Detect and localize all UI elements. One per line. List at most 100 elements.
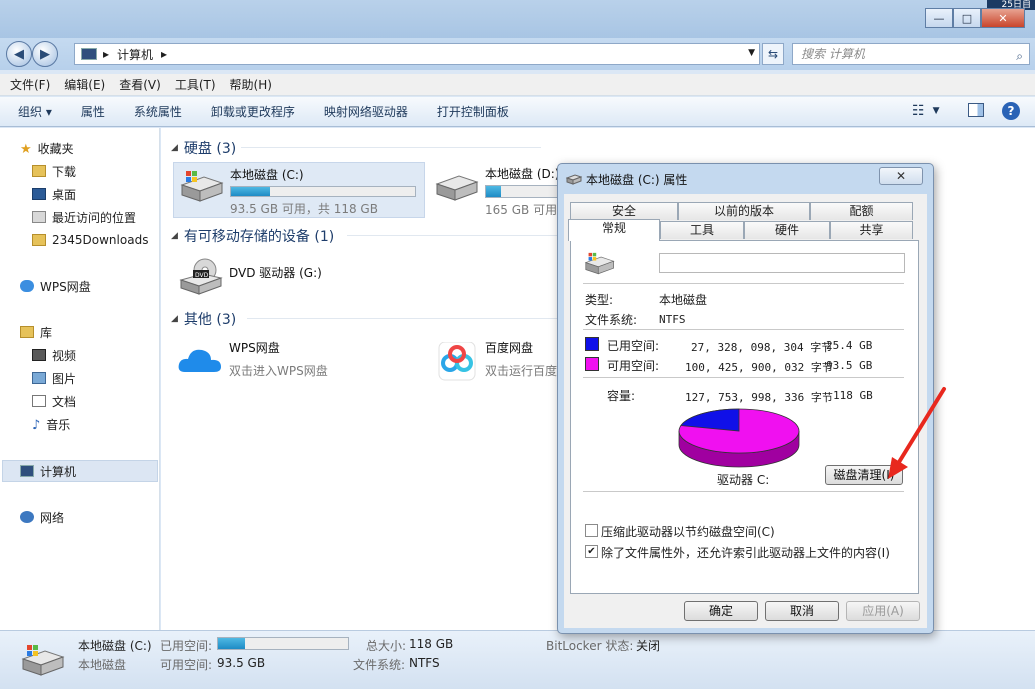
sidebar-item-downloads[interactable]: 下载	[32, 161, 76, 181]
sidebar-item-label: 桌面	[52, 187, 77, 202]
breadcrumb-computer[interactable]: 计算机	[117, 46, 153, 63]
preview-pane-button[interactable]	[968, 103, 984, 117]
collapse-icon: ◢	[171, 143, 178, 153]
cancel-button[interactable]: 取消	[765, 601, 839, 621]
uninstall-button[interactable]: 卸载或更改程序	[211, 103, 295, 120]
sidebar-item-favorites[interactable]: ★ 收藏夹	[20, 138, 74, 158]
tab-tools[interactable]: 工具	[660, 221, 744, 239]
tab-hardware[interactable]: 硬件	[744, 221, 830, 239]
menu-view[interactable]: 查看(V)	[119, 76, 161, 93]
sidebar-item-label: 文档	[52, 394, 77, 409]
svg-text:DVD: DVD	[195, 272, 209, 279]
apply-button[interactable]: 应用(A)	[846, 601, 920, 621]
refresh-icon: ⇆	[767, 47, 779, 61]
menu-edit[interactable]: 编辑(E)	[64, 76, 105, 93]
group-other[interactable]: ◢ 其他 (3)	[171, 309, 236, 329]
view-icon: ☷	[912, 103, 925, 119]
item-baidu-netdisk[interactable]: 百度网盘 双击运行百度	[429, 336, 559, 384]
sidebar-item-music[interactable]: ♪ 音乐	[32, 414, 70, 434]
sidebar-item-library[interactable]: 库	[20, 322, 52, 342]
group-removable[interactable]: ◢ 有可移动存储的设备 (1)	[171, 226, 334, 246]
status-usage-bar	[217, 637, 349, 650]
collapse-icon: ◢	[171, 231, 178, 241]
tab-previous-versions[interactable]: 以前的版本	[678, 202, 810, 220]
divider	[583, 491, 904, 492]
sidebar-item-documents[interactable]: 文档	[32, 391, 76, 411]
search-icon[interactable]: ⌕	[1016, 46, 1023, 66]
properties-button[interactable]: 属性	[81, 103, 105, 120]
wps-cloud-icon	[177, 342, 223, 378]
group-label: 其他 (3)	[183, 312, 237, 328]
used-space-gb: 25.4 GB	[826, 339, 873, 352]
close-button[interactable]: ✕	[981, 8, 1025, 28]
sidebar-item-video[interactable]: 视频	[32, 345, 76, 365]
menu-file[interactable]: 文件(F)	[10, 76, 50, 93]
minimize-button[interactable]: —	[925, 8, 953, 28]
sidebar-item-computer[interactable]: 计算机	[20, 461, 76, 481]
control-panel-button[interactable]: 打开控制面板	[437, 103, 509, 120]
search-placeholder: 搜索 计算机	[801, 47, 865, 61]
ok-button[interactable]: 确定	[684, 601, 758, 621]
menu-tools[interactable]: 工具(T)	[175, 76, 216, 93]
tab-quota[interactable]: 配额	[810, 202, 913, 220]
tab-sharing[interactable]: 共享	[830, 221, 913, 239]
help-button[interactable]: ?	[1002, 102, 1020, 120]
refresh-button[interactable]: ⇆	[762, 43, 784, 65]
divider	[347, 235, 557, 236]
sidebar-item-label: 下载	[52, 164, 77, 179]
sidebar-item-pictures[interactable]: 图片	[32, 368, 76, 388]
sidebar-item-wps[interactable]: WPS网盘	[20, 276, 91, 296]
disk-usage-pie	[678, 408, 800, 468]
drive-d[interactable]: 本地磁盘 (D:) 165 GB 可用	[429, 162, 559, 218]
drive-c[interactable]: 本地磁盘 (C:) 93.5 GB 可用，共 118 GB	[173, 162, 425, 218]
back-button[interactable]: ◀	[6, 41, 32, 67]
used-space-bytes: 27, 328, 098, 304 字节	[691, 341, 833, 354]
forward-button[interactable]: ▶	[32, 41, 58, 67]
pictures-icon	[32, 372, 46, 384]
view-options[interactable]: ☷ ▼	[912, 103, 939, 119]
group-label: 有可移动存储的设备 (1)	[183, 229, 335, 245]
item-description: 双击进入WPS网盘	[229, 364, 328, 378]
menu-bar: 文件(F) 编辑(E) 查看(V) 工具(T) 帮助(H)	[0, 74, 1035, 96]
sidebar-item-label: 库	[40, 325, 53, 340]
close-icon: ✕	[895, 169, 907, 183]
navigation-pane: ★ 收藏夹 下载 桌面 最近访问的位置 2345Downloads WPS网盘 …	[0, 128, 160, 630]
sidebar-item-desktop[interactable]: 桌面	[32, 184, 76, 204]
drive-usage-fill	[486, 186, 501, 197]
chevron-down-icon[interactable]: ▼	[748, 48, 755, 58]
maximize-button[interactable]: □	[953, 8, 981, 28]
sidebar-item-2345downloads[interactable]: 2345Downloads	[32, 230, 148, 250]
breadcrumb-sep-icon: ▸	[161, 47, 168, 61]
menu-help[interactable]: 帮助(H)	[230, 76, 272, 93]
status-bitlocker-value: 关闭	[636, 639, 661, 653]
arrow-left-icon: ◀	[14, 46, 24, 62]
dialog-close-button[interactable]: ✕	[879, 167, 923, 185]
sidebar-item-recent[interactable]: 最近访问的位置	[32, 207, 136, 227]
item-name: WPS网盘	[229, 341, 280, 355]
capacity-bytes: 127, 753, 998, 336 字节	[685, 391, 833, 404]
search-input[interactable]: 搜索 计算机 ⌕	[792, 43, 1030, 65]
item-wps-cloud[interactable]: WPS网盘 双击进入WPS网盘	[173, 336, 393, 384]
sidebar-item-network[interactable]: 网络	[20, 507, 64, 527]
group-hard-disks[interactable]: ◢ 硬盘 (3)	[171, 138, 236, 158]
details-pane: 本地磁盘 (C:) 本地磁盘 已用空间: 可用空间: 93.5 GB 总大小: …	[0, 630, 1035, 689]
drive-space-info: 165 GB 可用	[485, 203, 558, 217]
used-space-label: 已用空间:	[607, 339, 660, 353]
address-bar[interactable]: ▸ 计算机 ▸ ▼	[74, 43, 760, 65]
volume-label-input[interactable]	[659, 253, 905, 273]
status-free-value: 93.5 GB	[217, 656, 266, 670]
organize-button[interactable]: 组织 ▾	[18, 103, 52, 120]
drive-space-info: 93.5 GB 可用，共 118 GB	[230, 202, 378, 216]
tab-general[interactable]: 常规	[568, 219, 660, 241]
desktop-icon	[32, 188, 46, 200]
free-space-bytes: 100, 425, 900, 032 字节	[685, 361, 833, 374]
item-name: 百度网盘	[485, 341, 534, 355]
system-properties-button[interactable]: 系统属性	[134, 103, 182, 120]
index-checkbox[interactable]: ✔	[585, 545, 598, 558]
drive-dvd[interactable]: DVD DVD 驱动器 (G:)	[173, 252, 393, 300]
tab-security[interactable]: 安全	[570, 202, 678, 220]
status-fs-value: NTFS	[409, 656, 440, 670]
status-bitlocker-label: BitLocker 状态:	[546, 639, 634, 653]
map-drive-button[interactable]: 映射网络驱动器	[324, 103, 408, 120]
compress-checkbox[interactable]	[585, 524, 598, 537]
